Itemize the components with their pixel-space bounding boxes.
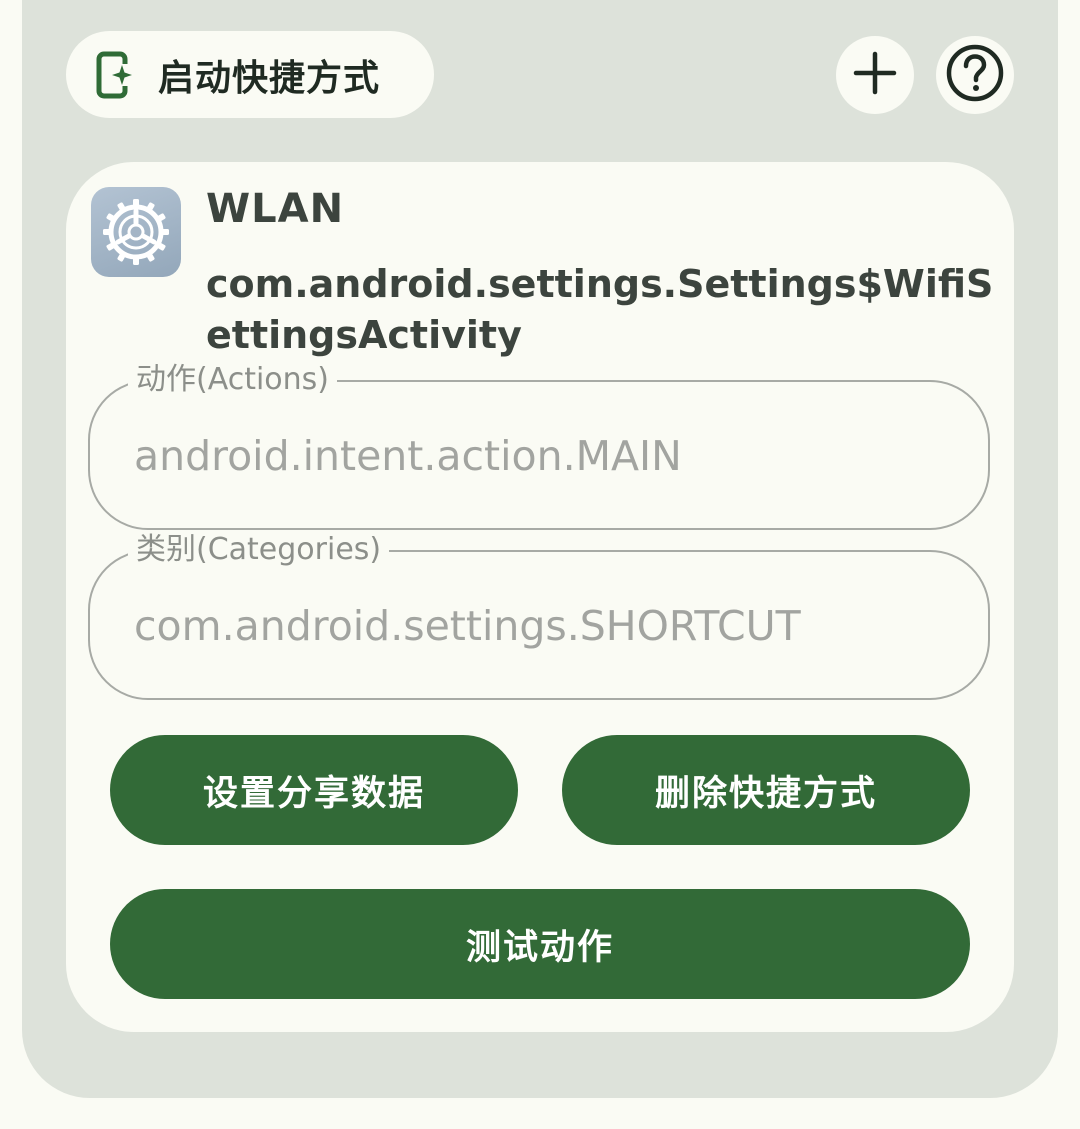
- categories-input[interactable]: [134, 602, 954, 650]
- page-title: 启动快捷方式: [158, 57, 381, 99]
- plus-icon: [853, 51, 897, 99]
- shortcut-name: WLAN: [206, 186, 345, 232]
- categories-field-label: 类别(Categories): [128, 530, 390, 570]
- set-share-data-button[interactable]: 设置分享数据: [110, 735, 518, 845]
- shortcut-launch-icon: [96, 51, 136, 99]
- actions-input[interactable]: [134, 432, 954, 480]
- actions-field[interactable]: 动作(Actions): [88, 360, 990, 530]
- help-button[interactable]: [936, 36, 1014, 114]
- activity-name: com.android.settings.Settings$WifiSettin…: [206, 262, 994, 357]
- title-chip: 启动快捷方式: [66, 31, 434, 118]
- add-shortcut-button[interactable]: [836, 36, 914, 114]
- test-action-button[interactable]: 测试动作: [110, 889, 970, 999]
- settings-gear-icon: [91, 187, 181, 277]
- delete-shortcut-button[interactable]: 删除快捷方式: [562, 735, 970, 845]
- categories-field[interactable]: 类别(Categories): [88, 530, 990, 700]
- actions-field-label: 动作(Actions): [128, 360, 337, 400]
- help-circle-icon: [945, 43, 1005, 107]
- shortcut-card: WLAN com.android.settings.Settings$WifiS…: [66, 162, 1014, 1032]
